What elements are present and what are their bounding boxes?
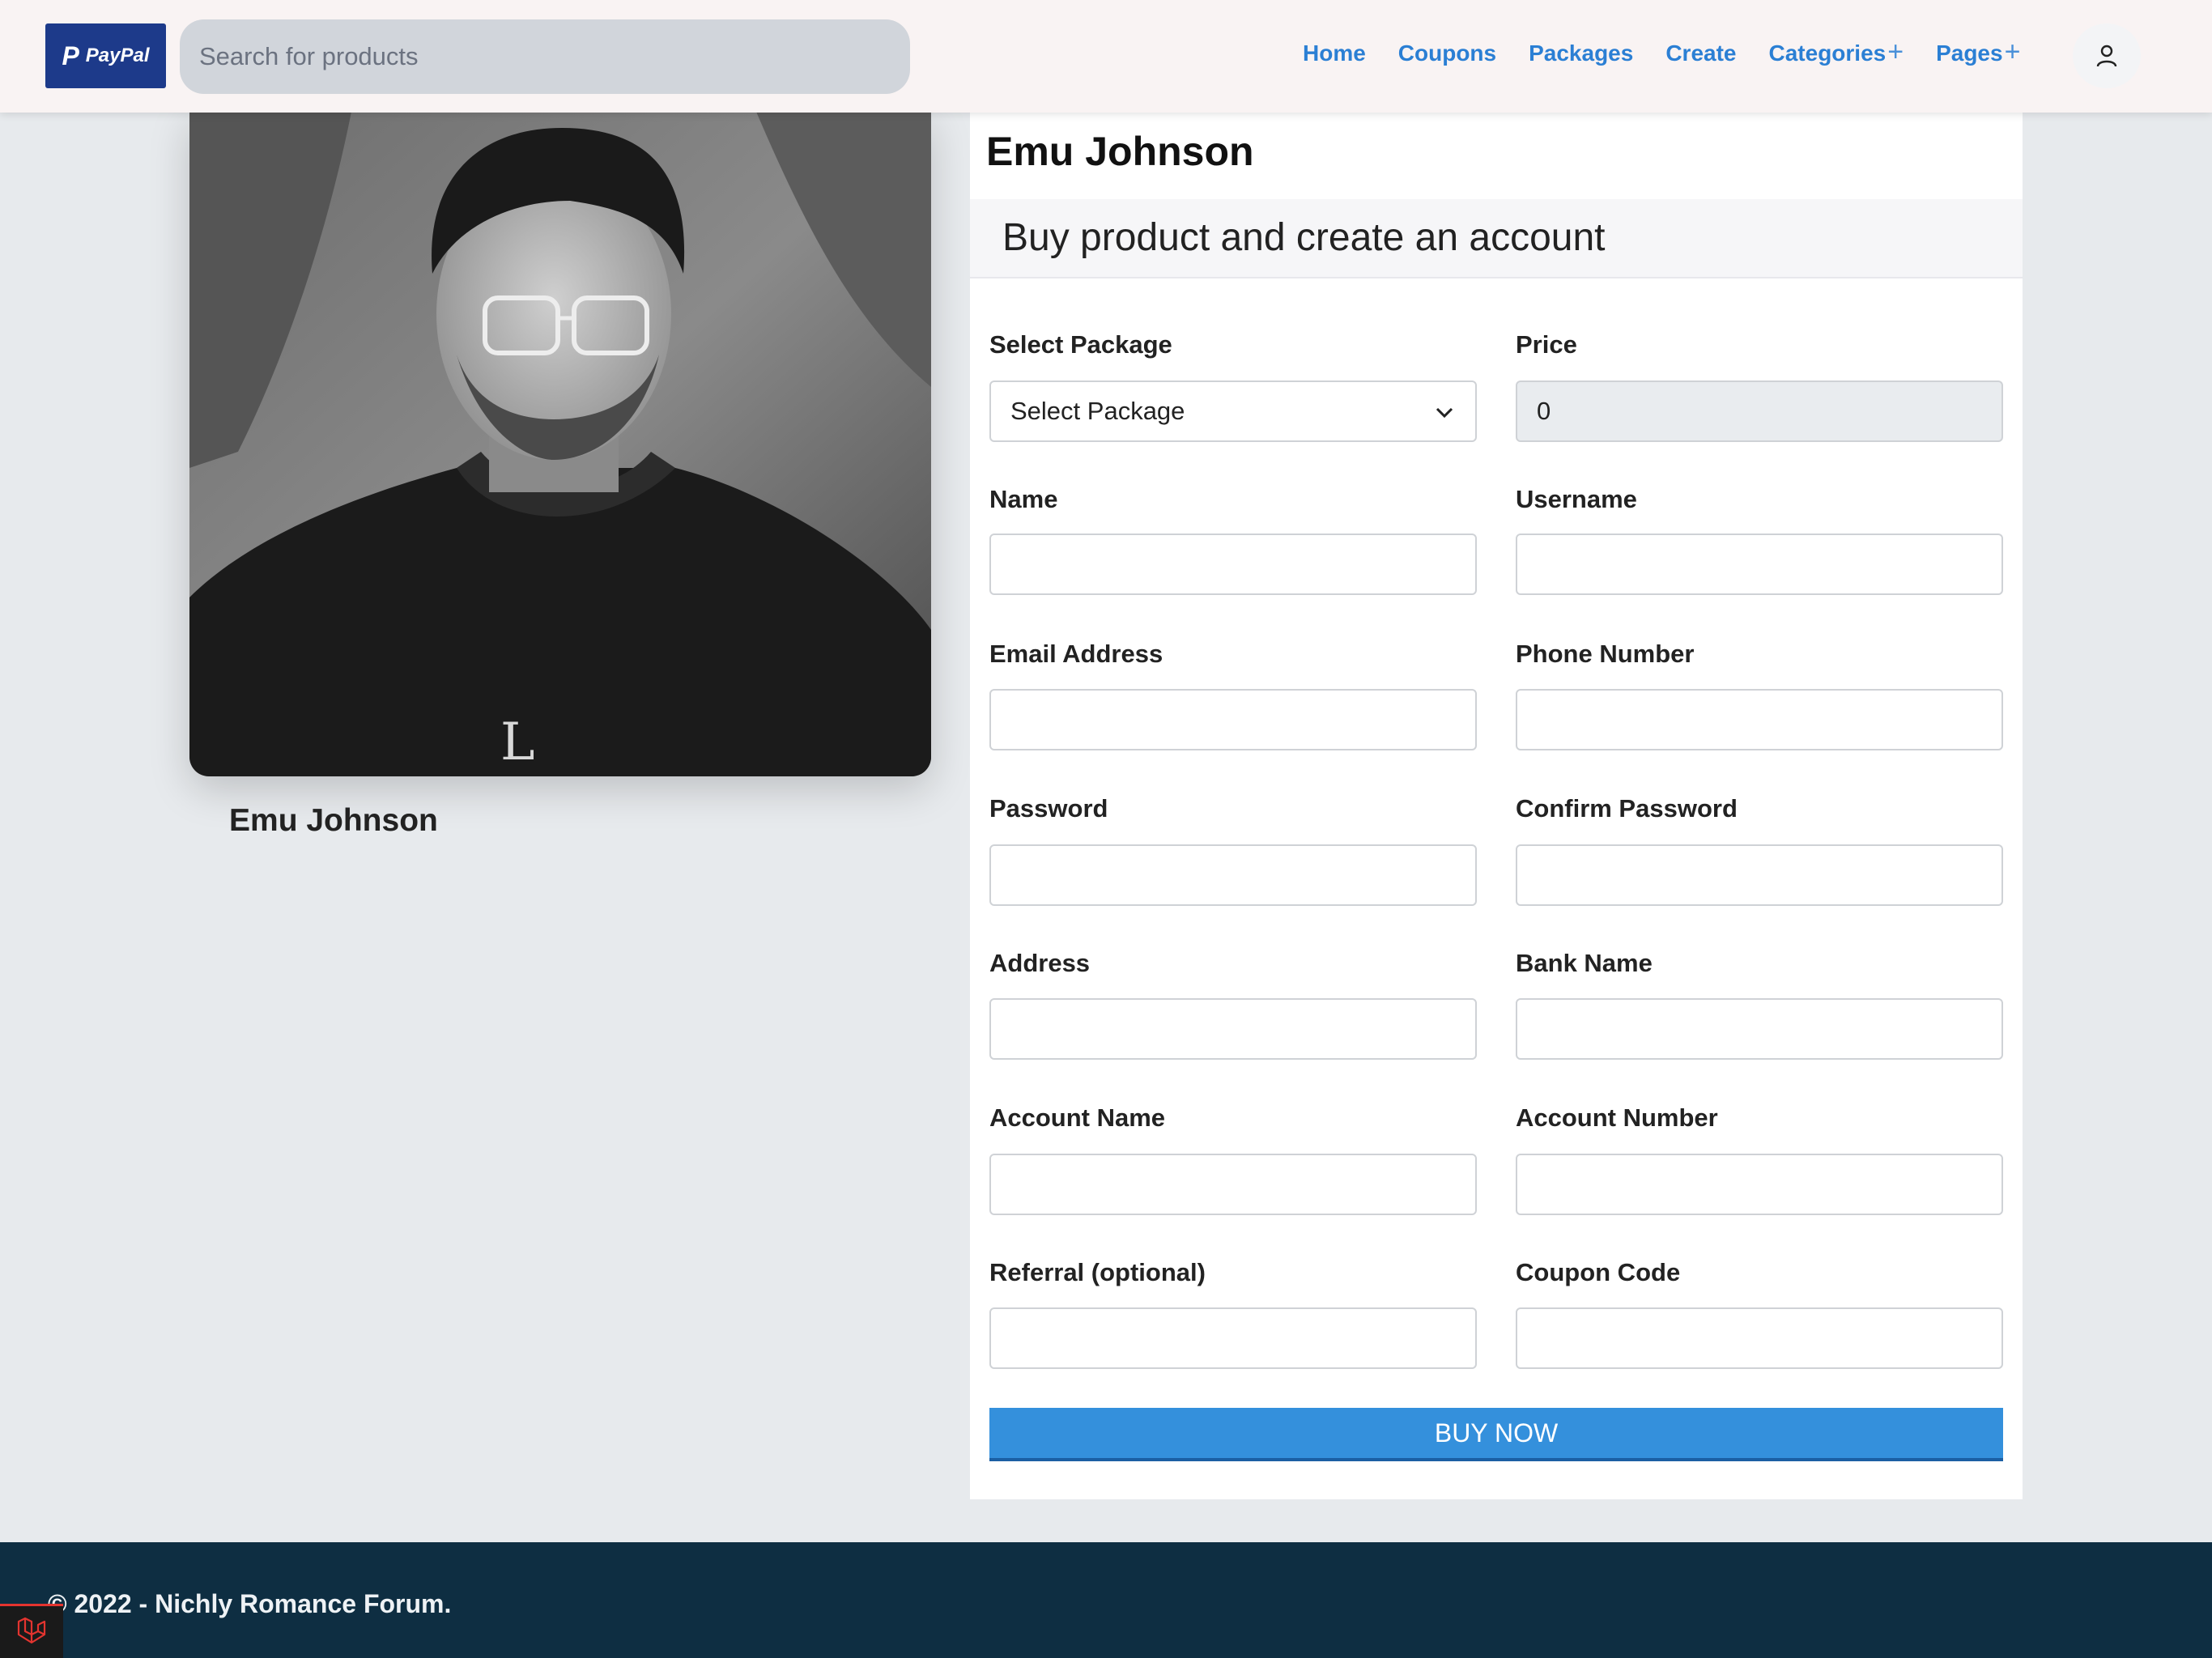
footer: © 2022 - Nichly Romance Forum. — [0, 1542, 2212, 1658]
name-label: Name — [989, 485, 1058, 513]
svg-text:L: L — [500, 712, 535, 772]
purchase-form-card: Emu Johnson Buy product and create an ac… — [970, 112, 2023, 1499]
search-input[interactable] — [180, 19, 910, 94]
name-input[interactable] — [989, 534, 1477, 595]
price-value: 0 — [1537, 397, 1551, 425]
profile-photo: L — [189, 112, 931, 776]
referral-input[interactable] — [989, 1307, 1477, 1369]
confirm-password-label: Confirm Password — [1516, 794, 1738, 823]
bank-name-input[interactable] — [1516, 998, 2003, 1060]
paypal-logo[interactable]: P PayPal — [45, 23, 166, 88]
phone-input[interactable] — [1516, 689, 2003, 750]
address-label: Address — [989, 949, 1091, 977]
nav-link-coupons[interactable]: Coupons — [1398, 40, 1496, 66]
price-field: 0 — [1516, 380, 2003, 442]
phone-label: Phone Number — [1516, 640, 1695, 668]
seller-name-heading: Emu Johnson — [986, 129, 1254, 174]
coupon-code-input[interactable] — [1516, 1307, 2003, 1369]
buy-now-button[interactable]: BUY NOW — [989, 1408, 2003, 1461]
plus-icon: + — [1887, 36, 1904, 67]
plus-icon: + — [2004, 36, 2021, 67]
profile-name: Emu Johnson — [229, 803, 438, 838]
select-package-dropdown[interactable]: Select Package — [989, 380, 1477, 442]
referral-label: Referral (optional) — [989, 1258, 1206, 1286]
nav-link-packages[interactable]: Packages — [1529, 40, 1633, 66]
bank-name-label: Bank Name — [1516, 949, 1653, 977]
password-label: Password — [989, 794, 1108, 823]
form-subtitle-bar: Buy product and create an account — [970, 199, 2023, 278]
email-input[interactable] — [989, 689, 1477, 750]
main-nav: Home Coupons Packages Create Categories+… — [1303, 38, 2020, 66]
laravel-debug-badge[interactable] — [0, 1604, 63, 1658]
nav-link-create[interactable]: Create — [1665, 40, 1736, 66]
select-package-value: Select Package — [1010, 397, 1185, 425]
coupon-code-label: Coupon Code — [1516, 1258, 1681, 1286]
price-label: Price — [1516, 330, 1577, 359]
paypal-mark-icon: P — [62, 40, 79, 70]
user-icon — [2096, 45, 2117, 67]
copyright-text: © 2022 - Nichly Romance Forum. — [48, 1589, 452, 1618]
account-number-input[interactable] — [1516, 1154, 2003, 1215]
select-package-label: Select Package — [989, 330, 1172, 359]
laravel-icon — [17, 1617, 46, 1644]
nav-link-home[interactable]: Home — [1303, 40, 1366, 66]
top-navbar: P PayPal Home Coupons Packages Create Ca… — [0, 0, 2212, 113]
form-subtitle: Buy product and create an account — [1002, 216, 1606, 259]
address-input[interactable] — [989, 998, 1477, 1060]
nav-link-pages[interactable]: Pages+ — [1936, 38, 2020, 66]
account-number-label: Account Number — [1516, 1103, 1718, 1132]
email-label: Email Address — [989, 640, 1163, 668]
username-label: Username — [1516, 485, 1637, 513]
username-input[interactable] — [1516, 534, 2003, 595]
chevron-down-icon — [1436, 407, 1453, 419]
password-input[interactable] — [989, 844, 1477, 906]
nav-link-categories[interactable]: Categories+ — [1769, 38, 1904, 66]
user-account-button[interactable] — [2073, 23, 2141, 88]
account-name-input[interactable] — [989, 1154, 1477, 1215]
confirm-password-input[interactable] — [1516, 844, 2003, 906]
paypal-logo-text: PayPal — [85, 45, 150, 66]
account-name-label: Account Name — [989, 1103, 1166, 1132]
